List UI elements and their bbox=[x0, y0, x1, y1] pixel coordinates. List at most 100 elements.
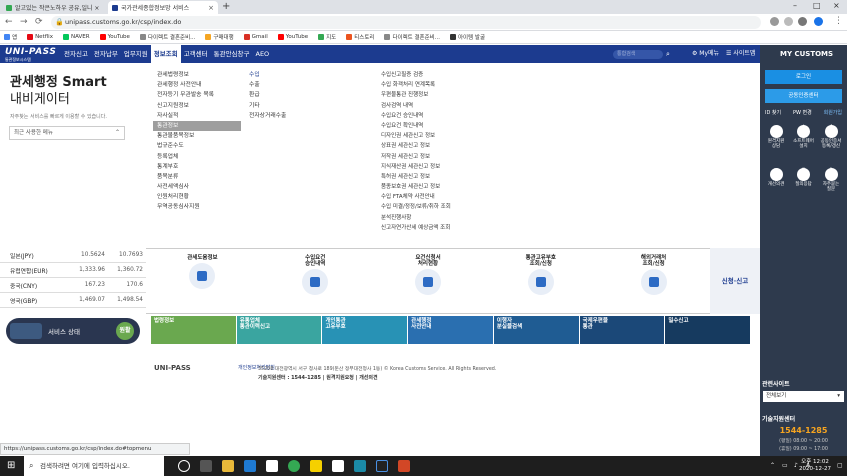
subcategory-item[interactable]: 전자상거래수출 bbox=[249, 111, 286, 121]
category-item[interactable]: 관세행정 사전안내 bbox=[153, 80, 241, 90]
qna-item[interactable]: ☺ 질의응답 bbox=[791, 168, 817, 192]
taskbar-search-input[interactable]: ⌕ 검색하려면 여기에 입력하십시오. bbox=[24, 456, 164, 476]
edge-icon[interactable] bbox=[244, 460, 256, 472]
detail-item[interactable]: 분석진행사항 bbox=[381, 213, 451, 223]
category-item[interactable]: 사전세액심사 bbox=[153, 182, 241, 192]
bookmark-item[interactable]: 구매대행 bbox=[205, 33, 234, 41]
nav-item-safe-window[interactable]: 통관안심창구 bbox=[211, 45, 253, 63]
search-icon[interactable]: ⌕ bbox=[666, 45, 670, 63]
detail-item[interactable]: 수입 화객처리 연계목록 bbox=[381, 80, 451, 90]
cert-register-item[interactable]: ⎙ 공동인증서 등록/갱신 bbox=[818, 125, 844, 149]
detail-item[interactable]: 신고자연가산세 예상금액 조회 bbox=[381, 223, 451, 233]
detail-item[interactable]: 디자인권 세관신고 정보 bbox=[381, 131, 451, 141]
unipass-logo[interactable]: UNI-PASS 통관정보시스템 bbox=[5, 47, 56, 63]
reload-icon[interactable]: ⟳ bbox=[35, 17, 43, 27]
category-item[interactable]: 법규준수도 bbox=[153, 141, 241, 151]
profile-avatar[interactable] bbox=[814, 17, 823, 26]
apply-report-link[interactable]: 신청·신고 bbox=[710, 248, 760, 314]
my-menu-link[interactable]: ⚙ My메뉴 bbox=[692, 45, 719, 63]
software-install-item[interactable]: ⬇ 소프트웨어 설치 bbox=[791, 125, 817, 149]
service-customs-help[interactable]: 관세도움정보 bbox=[146, 249, 259, 313]
site-search-input[interactable]: 통합검색 bbox=[613, 50, 663, 59]
bookmark-item[interactable]: 지도 bbox=[318, 33, 336, 41]
bookmark-item[interactable]: YouTube bbox=[277, 34, 308, 40]
chrome-icon[interactable] bbox=[288, 460, 300, 472]
cert-center-button[interactable]: 공동인증센터 bbox=[765, 89, 842, 103]
subcategory-item[interactable]: 수출 bbox=[249, 80, 286, 90]
folder-icon[interactable] bbox=[266, 460, 278, 472]
windows-start-icon[interactable]: ⊞ bbox=[7, 461, 15, 471]
related-sites-select[interactable]: 전체보기 ▾ bbox=[763, 391, 844, 402]
bookmark-item[interactable]: 티스토리 bbox=[346, 33, 374, 41]
login-button[interactable]: 로그인 bbox=[765, 70, 842, 84]
category-item[interactable]: 품목분류 bbox=[153, 172, 241, 182]
nav-item-e-payment[interactable]: 전자납부 bbox=[91, 45, 121, 63]
category-item[interactable]: 인원처리현황 bbox=[153, 192, 241, 202]
bookmark-item[interactable]: 다이렉트 결혼준비... bbox=[384, 33, 440, 41]
taskbar-clock[interactable]: 오후 12:02 2020-12-27 bbox=[799, 459, 831, 473]
category-item[interactable]: 무역공동심사지원 bbox=[153, 202, 241, 212]
category-item[interactable]: 등록업체 bbox=[153, 152, 241, 162]
detail-item[interactable]: 상표권 세관신고 정보 bbox=[381, 141, 451, 151]
kakaotalk-icon[interactable] bbox=[310, 460, 322, 472]
vnc-icon[interactable] bbox=[354, 460, 366, 472]
detail-item[interactable]: 지식재산권 세관신고 정보 bbox=[381, 162, 451, 172]
app-icon[interactable] bbox=[332, 460, 344, 472]
banner-lost-item[interactable]: 이행자 분실물검색 bbox=[493, 316, 579, 344]
subcategory-item[interactable]: 환급 bbox=[249, 90, 286, 100]
bookmark-item[interactable]: Netflix bbox=[27, 34, 53, 40]
subcategory-item[interactable]: 기타 bbox=[249, 101, 286, 111]
feedback-item[interactable]: ✉ 개선의견 bbox=[763, 168, 789, 192]
nav-item-customer-center[interactable]: 고객센터 bbox=[181, 45, 211, 63]
nav-item-aeo[interactable]: AEO bbox=[253, 45, 273, 63]
category-item[interactable]: 신고지원정보 bbox=[153, 101, 241, 111]
nav-item-business-support[interactable]: 업무지원 bbox=[121, 45, 151, 63]
category-item[interactable]: 통계부호 bbox=[153, 162, 241, 172]
detail-item[interactable]: 수입 미결/정정/보류/취하 조회 bbox=[381, 202, 451, 212]
bookmark-item[interactable]: 앱 bbox=[4, 33, 17, 41]
task-view-icon[interactable] bbox=[200, 460, 212, 472]
category-item[interactable]: 자사실적 bbox=[153, 111, 241, 121]
browser-tab-1[interactable]: 알고있는 작은노하우 공유,일니 × bbox=[2, 1, 104, 14]
detail-item[interactable]: 우편물통관 진행정보 bbox=[381, 90, 451, 100]
volume-icon[interactable]: ♪ bbox=[794, 462, 798, 469]
banner-smuggling-report[interactable]: 밀수신고 bbox=[665, 316, 751, 344]
bookmark-item[interactable]: 다이렉트 결혼준비... bbox=[139, 33, 195, 41]
banner-intl-mail[interactable]: 국제우편물 통관 bbox=[579, 316, 665, 344]
category-item[interactable]: 전자등기 무관발송 목록 bbox=[153, 90, 241, 100]
category-item[interactable]: 통관물품목정보 bbox=[153, 131, 241, 141]
powerpoint-icon[interactable] bbox=[398, 460, 410, 472]
subcategory-item[interactable]: 수입 bbox=[249, 70, 286, 80]
change-pw-link[interactable]: PW 변경 bbox=[793, 109, 812, 116]
nav-item-info-lookup[interactable]: 정보조회 bbox=[150, 45, 181, 63]
tray-chevron-icon[interactable]: ⌃ bbox=[770, 462, 775, 469]
service-request-status[interactable]: 요건신청서 처리현황 bbox=[372, 249, 485, 313]
detail-item[interactable]: 수입요건 승인내역 bbox=[381, 111, 451, 121]
detail-item[interactable]: 검사검역 내역 bbox=[381, 101, 451, 111]
bookmark-item[interactable]: NAVER bbox=[62, 34, 90, 40]
detail-item[interactable]: 품종보호권 세관신고 정보 bbox=[381, 182, 451, 192]
close-icon[interactable]: × bbox=[208, 4, 214, 12]
close-window-icon[interactable]: × bbox=[833, 1, 840, 10]
detail-item[interactable]: 수입신고필증 검증 bbox=[381, 70, 451, 80]
banner-law-info[interactable]: 법령정보 bbox=[151, 316, 236, 344]
banner-personal-code[interactable]: 개인통관 고유부호 bbox=[322, 316, 408, 344]
network-icon[interactable]: ▭ bbox=[782, 462, 788, 469]
cortana-icon[interactable] bbox=[178, 460, 190, 472]
service-customs-code[interactable]: 통관고유부호 조회/신청 bbox=[484, 249, 597, 313]
bookmark-item[interactable]: 아이템 발굴 bbox=[449, 33, 485, 41]
detail-item[interactable]: 특허권 세관신고 정보 bbox=[381, 172, 451, 182]
sitemap-link[interactable]: ☰ 사이트맵 bbox=[726, 45, 755, 63]
browser-tab-2[interactable]: 국가관세종합정보망 서비스 × bbox=[108, 1, 218, 14]
bookmark-item[interactable]: YouTube bbox=[99, 34, 130, 40]
new-tab-icon[interactable]: + bbox=[222, 1, 230, 12]
detail-item[interactable]: 수입요건 확인내역 bbox=[381, 121, 451, 131]
file-explorer-icon[interactable] bbox=[222, 460, 234, 472]
banner-advance-guide[interactable]: 관세행정 사전안내 bbox=[408, 316, 493, 344]
notification-icon[interactable]: ▢ bbox=[837, 462, 843, 469]
service-import-approval[interactable]: 수입요건 승인내역 bbox=[259, 249, 372, 313]
extension-icon[interactable] bbox=[798, 17, 807, 26]
minimize-icon[interactable]: – bbox=[793, 1, 797, 10]
service-overseas-partner[interactable]: 해외거래처 조회/신청 bbox=[597, 249, 710, 313]
extension-icon[interactable] bbox=[770, 17, 779, 26]
